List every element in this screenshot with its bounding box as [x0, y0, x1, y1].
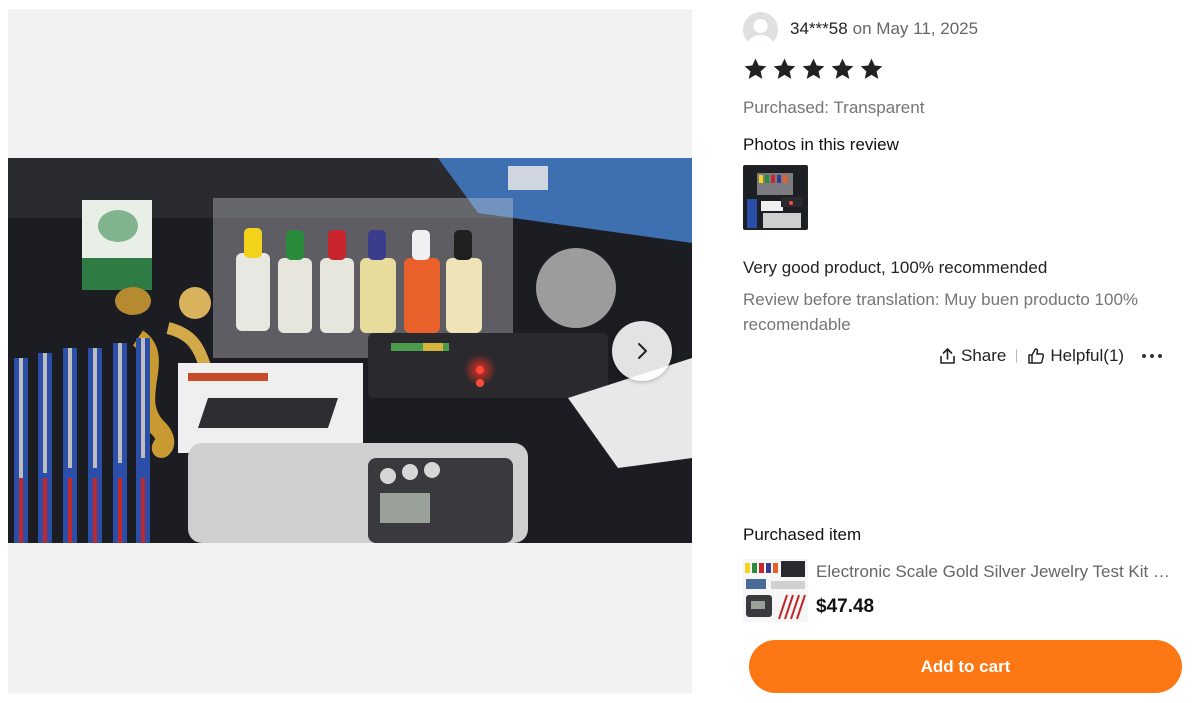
purchased-variant: Purchased: Transparent	[743, 98, 925, 117]
chevron-right-icon	[638, 343, 647, 359]
product-image	[743, 559, 808, 622]
action-divider	[1016, 349, 1018, 363]
star-rating	[743, 57, 884, 82]
review-photo	[8, 158, 692, 543]
original-review-text: Review before translation: Muy buen prod…	[743, 290, 1139, 334]
thumbnail-image	[745, 167, 806, 228]
more-options-button[interactable]	[1142, 350, 1163, 362]
purchased-item-price: $47.48	[816, 596, 875, 617]
review-actions: Share Helpful(1)	[939, 346, 1163, 366]
more-dot-icon	[1150, 354, 1155, 358]
share-button[interactable]: Share	[939, 346, 1006, 366]
user-icon	[747, 19, 774, 47]
share-label: Share	[961, 346, 1007, 365]
reviewer-name: 34***58	[790, 19, 848, 38]
purchased-item-thumbnail[interactable]	[743, 559, 808, 622]
review-photo-gallery	[8, 9, 692, 693]
review-date: on May 11, 2025	[852, 19, 979, 38]
reviewer-line: 34***58 on May 11, 2025	[790, 19, 978, 39]
star-icon	[831, 58, 854, 79]
star-icon	[744, 58, 767, 79]
more-dot-icon	[1142, 354, 1147, 358]
star-icon	[860, 58, 883, 79]
photos-section-title: Photos in this review	[743, 135, 899, 154]
avatar	[743, 12, 778, 47]
review-photo-thumbnail[interactable]	[743, 165, 808, 230]
helpful-button[interactable]: Helpful(1)	[1027, 346, 1124, 366]
share-icon	[940, 348, 955, 364]
purchased-item-title: Purchased item	[743, 525, 862, 544]
star-icon	[802, 58, 825, 79]
add-to-cart-button[interactable]: Add to cart	[749, 640, 1182, 693]
thumbs-up-icon	[1028, 348, 1045, 364]
star-icon	[773, 58, 796, 79]
more-dot-icon	[1158, 354, 1163, 358]
helpful-label: Helpful(1)	[1050, 346, 1125, 365]
next-photo-button[interactable]	[612, 321, 672, 381]
purchased-item-name[interactable]: Electronic Scale Gold Silver Jewelry Tes…	[816, 562, 1176, 582]
review-text: Very good product, 100% recommended	[743, 258, 1048, 277]
